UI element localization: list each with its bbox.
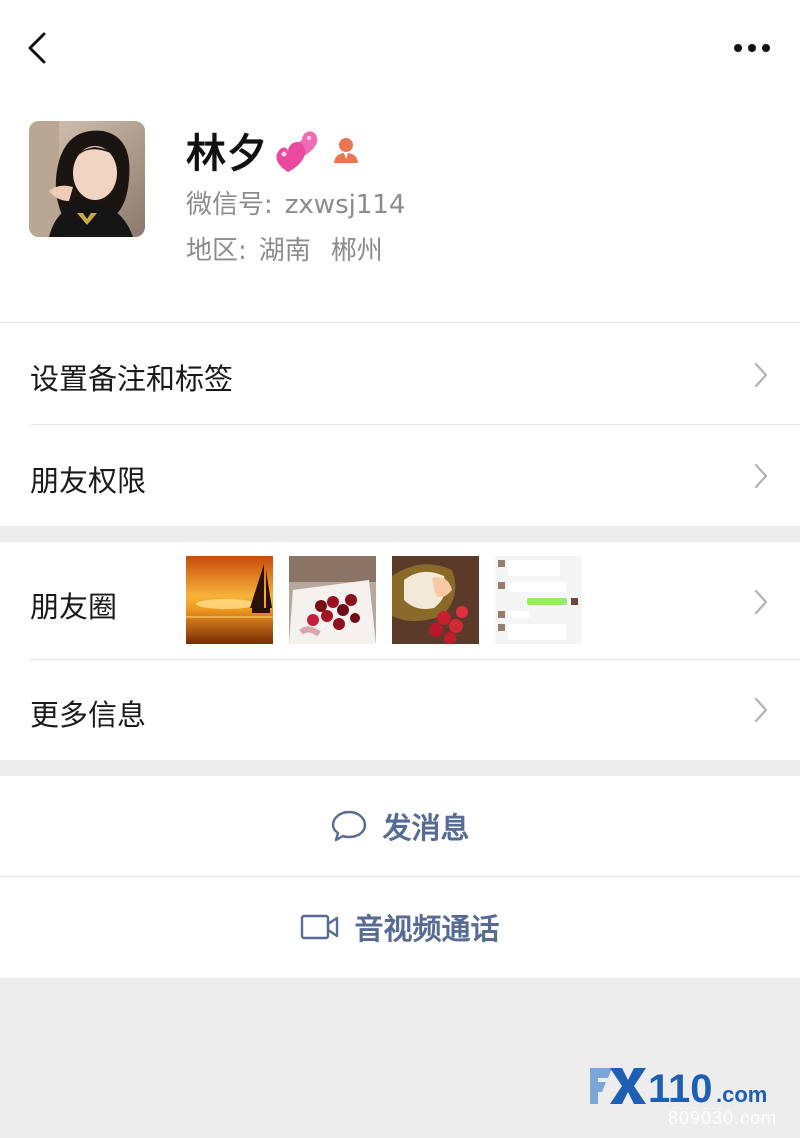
region-line: 地区: 湖南 郴州 xyxy=(186,230,383,267)
friend-permissions-row[interactable]: 朋友权限 xyxy=(0,425,800,527)
info-group: 朋友圈 更多信息 xyxy=(0,542,800,760)
region-label: 地区: xyxy=(186,236,247,266)
moments-row[interactable]: 朋友圈 xyxy=(0,542,800,659)
send-message-button[interactable]: 发消息 xyxy=(0,776,800,876)
chevron-right-icon xyxy=(754,362,768,388)
moments-label: 朋友圈 xyxy=(30,590,118,624)
avatar[interactable] xyxy=(29,121,145,237)
video-camera-icon xyxy=(301,914,339,940)
friend-permissions-label: 朋友权限 xyxy=(30,464,147,498)
fx110-watermark-logo: 110 .com xyxy=(590,1067,767,1110)
moments-thumbnail-chat-screenshot[interactable] xyxy=(495,556,582,644)
actions-group: 发消息 音视频通话 xyxy=(0,776,800,978)
chat-bubble-icon xyxy=(332,810,367,842)
contact-profile-screen: 林夕 微信号: zxwsj114 地区: 湖南 郴州 设置备注和标签 朋友权限 … xyxy=(0,0,800,1138)
set-remark-row[interactable]: 设置备注和标签 xyxy=(0,323,800,424)
more-options-icon[interactable] xyxy=(728,30,776,66)
svg-text:.com: .com xyxy=(716,1082,767,1107)
wechat-id-label: 微信号: xyxy=(186,190,273,220)
region-province: 湖南 xyxy=(258,236,311,266)
wechat-id-line: 微信号: zxwsj114 xyxy=(186,184,405,221)
moments-thumbnail-cherries[interactable] xyxy=(289,556,376,644)
site-watermark: 809030.com xyxy=(668,1108,778,1128)
video-call-button[interactable]: 音视频通话 xyxy=(0,877,800,977)
settings-group: 设置备注和标签 朋友权限 xyxy=(0,322,800,526)
back-icon[interactable] xyxy=(22,28,62,68)
person-badge-icon xyxy=(334,138,358,163)
contact-name: 林夕 xyxy=(186,131,268,177)
profile-header: 林夕 微信号: zxwsj114 地区: 湖南 郴州 xyxy=(0,0,800,322)
more-info-label: 更多信息 xyxy=(30,698,147,732)
set-remark-label: 设置备注和标签 xyxy=(30,362,234,396)
region-city: 郴州 xyxy=(330,236,383,266)
two-hearts-icon xyxy=(276,131,318,172)
chevron-right-icon xyxy=(754,589,768,615)
chevron-right-icon xyxy=(754,463,768,489)
svg-text:110: 110 xyxy=(648,1067,713,1110)
more-info-row[interactable]: 更多信息 xyxy=(0,660,800,760)
video-call-label: 音视频通话 xyxy=(354,912,500,946)
send-message-label: 发消息 xyxy=(382,811,470,845)
wechat-id-value: zxwsj114 xyxy=(284,190,406,220)
moments-thumbnails xyxy=(186,556,582,644)
name-row: 林夕 xyxy=(186,120,360,180)
moments-thumbnail-durian[interactable] xyxy=(392,556,479,644)
chevron-right-icon xyxy=(754,697,768,723)
moments-thumbnail-sunset[interactable] xyxy=(186,556,273,644)
